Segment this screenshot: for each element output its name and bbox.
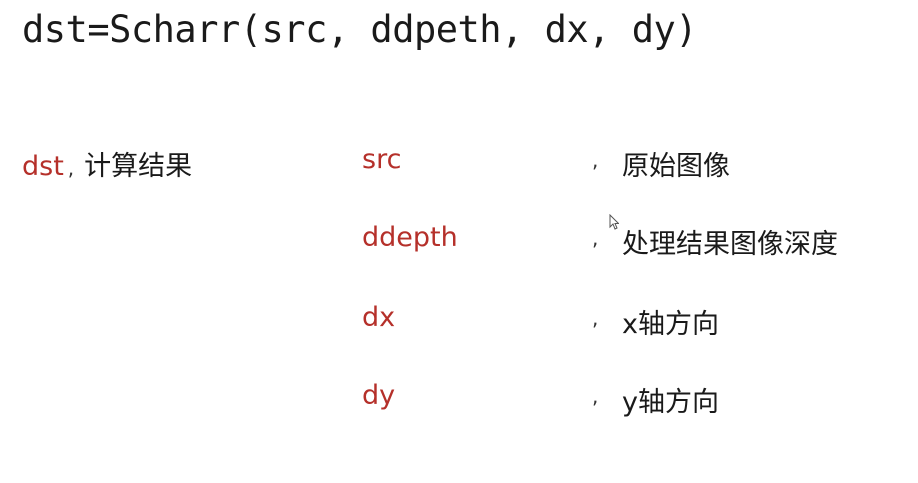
param-name: ddepth <box>362 222 458 253</box>
param-description: x轴方向 <box>622 309 719 340</box>
param-description: 原始图像 <box>622 151 730 182</box>
slide: dst=Scharr(src, ddpeth, dx, dy) dst, 计算结果… <box>0 0 918 483</box>
param-row-src: src , 原始图像 <box>0 144 918 184</box>
param-separator: , <box>592 306 599 330</box>
param-name: dy <box>362 380 396 411</box>
param-name: dx <box>362 302 396 333</box>
param-name: src <box>362 144 402 175</box>
param-separator: , <box>592 148 599 172</box>
param-row-ddepth: ddepth , 处理结果图像深度 <box>0 222 918 262</box>
param-description: y轴方向 <box>622 387 719 418</box>
param-separator: , <box>592 226 599 250</box>
param-row-dx: dx , x轴方向 <box>0 302 918 342</box>
param-separator: , <box>592 384 599 408</box>
mouse-pointer-icon <box>609 214 619 230</box>
param-description: 处理结果图像深度 <box>622 229 838 260</box>
param-row-dy: dy , y轴方向 <box>0 380 918 420</box>
function-signature: dst=Scharr(src, ddpeth, dx, dy) <box>22 8 698 51</box>
